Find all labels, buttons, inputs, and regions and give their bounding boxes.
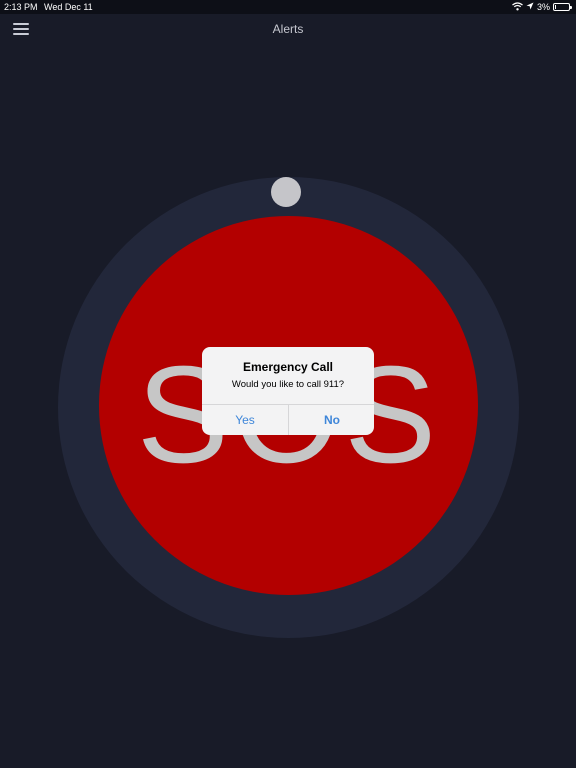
status-indicators: 3% [512, 1, 572, 13]
status-time: 2:13 PM [4, 2, 38, 12]
nav-bar: Alerts [0, 14, 576, 44]
yes-button[interactable]: Yes [202, 405, 288, 435]
battery-percent: 3% [536, 2, 550, 12]
alert-title: Emergency Call [242, 360, 334, 374]
status-bar: 2:13 PM Wed Dec 11 3% [0, 0, 576, 14]
battery-icon [553, 3, 572, 11]
alert-message: Would you like to call 911? [231, 379, 345, 390]
location-arrow-icon [526, 2, 534, 12]
wifi-icon [512, 1, 523, 13]
page-title: Alerts [272, 22, 304, 36]
no-button[interactable]: No [289, 405, 374, 435]
battery-fill [555, 5, 556, 9]
ring-slider-knob[interactable] [271, 177, 301, 207]
emergency-call-alert: Emergency Call Would you like to call 91… [202, 347, 374, 435]
status-date: Wed Dec 11 [44, 2, 93, 12]
